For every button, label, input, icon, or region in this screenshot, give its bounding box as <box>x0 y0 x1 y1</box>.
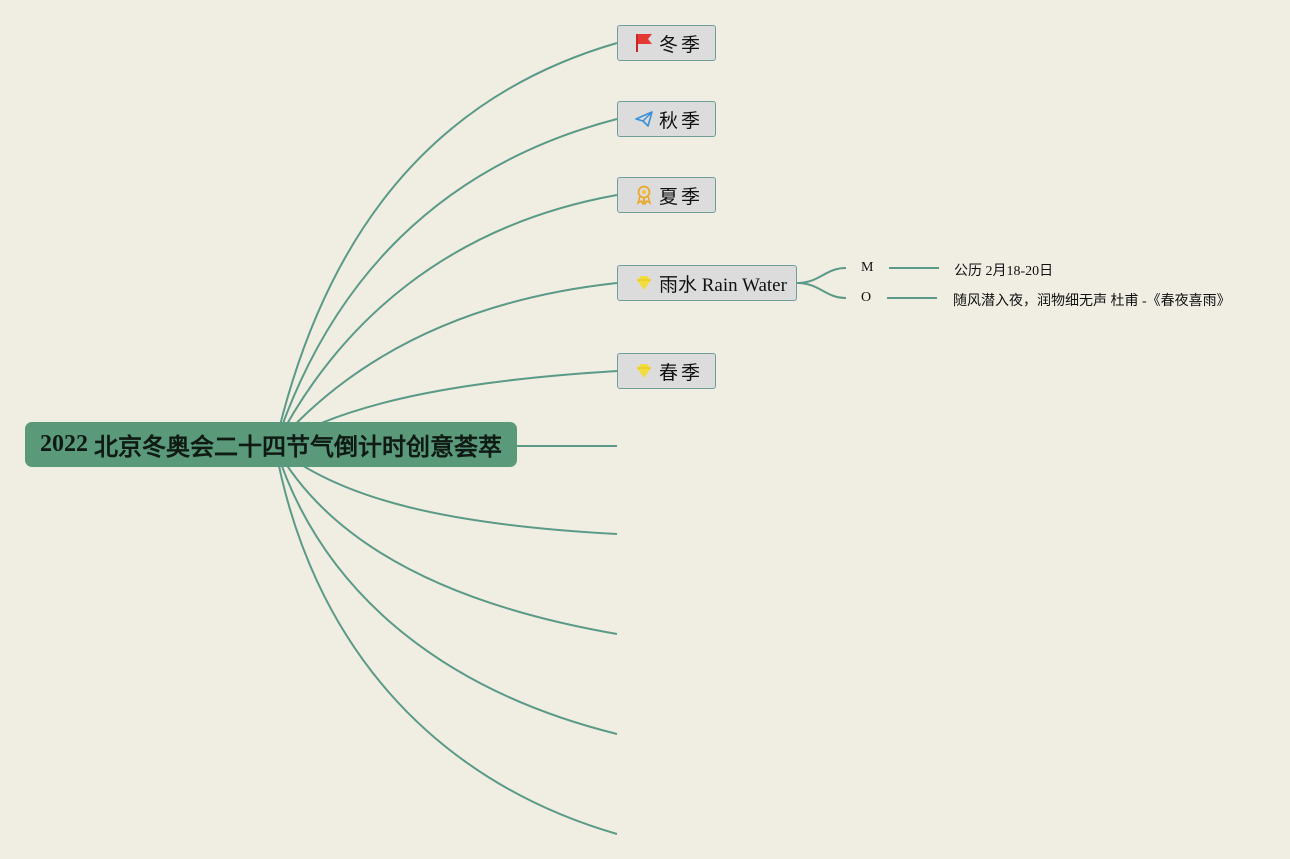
connector-empty-5 <box>274 445 618 835</box>
connector-empty-4 <box>274 445 618 735</box>
topic-spring[interactable]: 春季 <box>617 353 716 389</box>
connector-summer <box>274 194 618 447</box>
root-year: 2022 <box>40 431 88 457</box>
root-topic[interactable]: 2022 北京冬奥会二十四节气倒计时创意荟萃 <box>25 422 517 467</box>
award-ribbon-icon <box>634 185 654 205</box>
topic-label: 夏季 <box>659 186 704 208</box>
detail-key-o[interactable]: O <box>861 290 871 306</box>
topic-label: 春季 <box>659 362 704 384</box>
detail-value-date[interactable]: 公历 2月18-20日 <box>954 260 1053 280</box>
topic-label: 冬季 <box>659 34 704 56</box>
diamond-icon <box>634 361 654 381</box>
topic-winter[interactable]: 冬季 <box>617 25 716 61</box>
detail-value-poem[interactable]: 随风潜入夜，润物细无声 杜甫 -《春夜喜雨》 <box>953 290 1231 310</box>
topic-label: 雨水 Rain Water <box>659 274 787 296</box>
connector-detail-o <box>796 282 847 299</box>
topic-rain-water[interactable]: 雨水 Rain Water <box>617 265 797 301</box>
diamond-icon <box>634 273 654 293</box>
red-flag-icon <box>634 33 654 53</box>
root-title: 北京冬奥会二十四节气倒计时创意荟萃 <box>94 434 502 461</box>
connector-empty-3 <box>274 445 618 635</box>
paper-plane-icon <box>634 109 654 129</box>
detail-key-m[interactable]: M <box>861 260 873 276</box>
topic-summer[interactable]: 夏季 <box>617 177 716 213</box>
topic-label: 秋季 <box>659 110 704 132</box>
topic-autumn[interactable]: 秋季 <box>617 101 716 137</box>
connector-winter <box>274 42 618 447</box>
connector-detail-m <box>796 267 847 284</box>
